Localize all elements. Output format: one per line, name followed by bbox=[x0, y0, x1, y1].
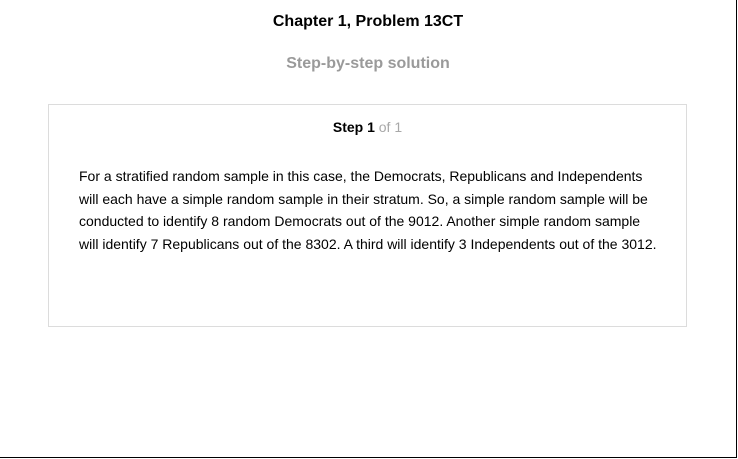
page-frame: Chapter 1, Problem 13CT Step-by-step sol… bbox=[0, 0, 737, 458]
step-card: Step 1 of 1 For a stratified random samp… bbox=[48, 104, 687, 327]
solution-subtitle: Step-by-step solution bbox=[286, 55, 450, 72]
step-header: Step 1 of 1 bbox=[49, 118, 686, 136]
step-label: Step 1 bbox=[332, 119, 375, 135]
step-count: of 1 bbox=[378, 119, 403, 135]
step-body-text: For a stratified random sample in this c… bbox=[79, 168, 657, 252]
page-title: Chapter 1, Problem 13CT bbox=[272, 13, 464, 30]
